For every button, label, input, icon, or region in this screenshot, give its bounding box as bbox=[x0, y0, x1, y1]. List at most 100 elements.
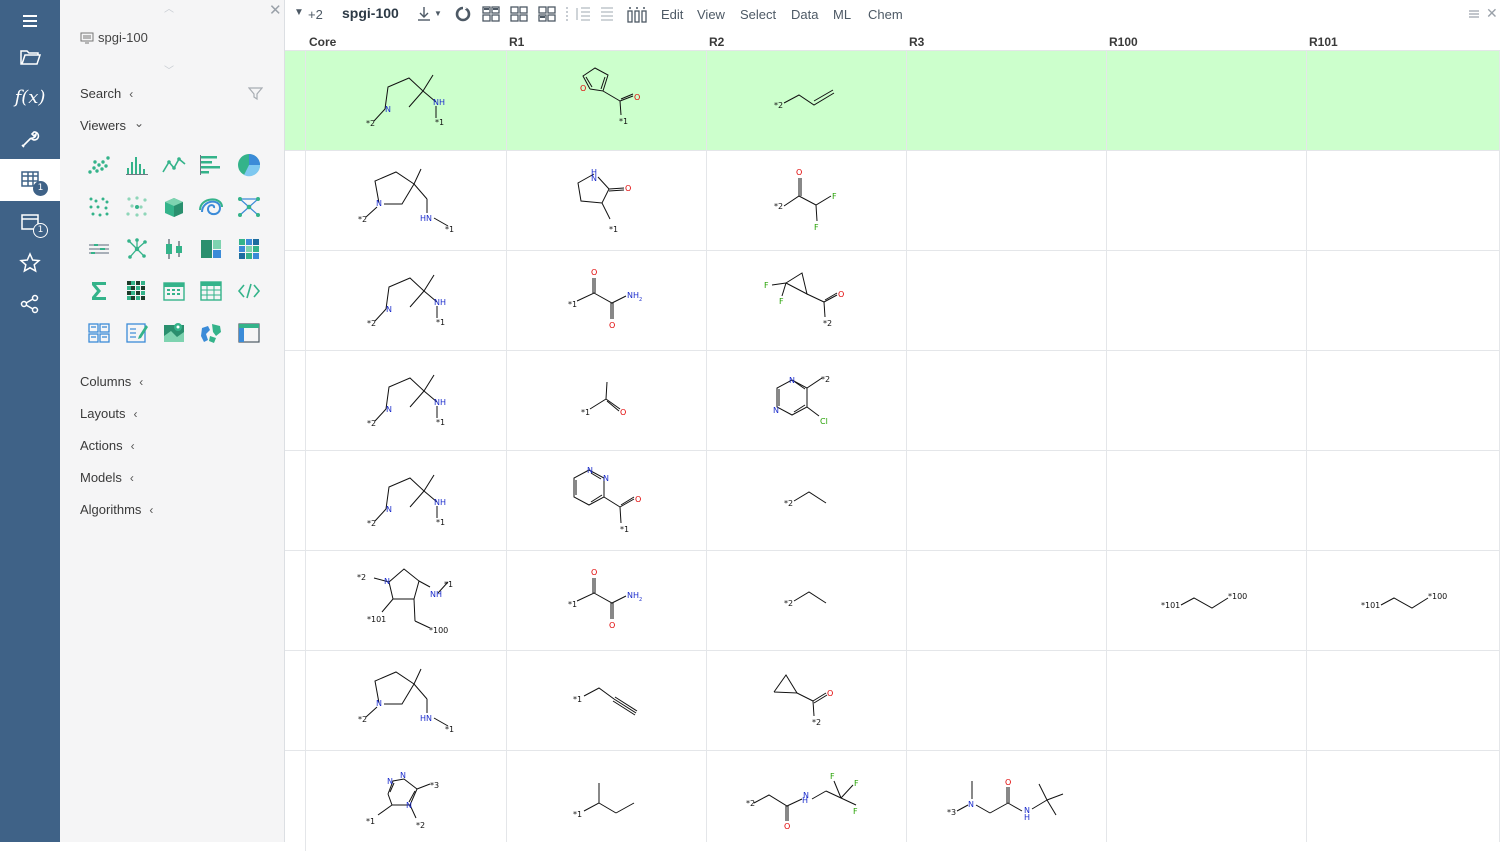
cell-r1[interactable]: *1 bbox=[506, 751, 706, 851]
grid-layout-icon[interactable] bbox=[482, 6, 500, 22]
bar-chart-icon[interactable] bbox=[198, 152, 224, 178]
cell-core[interactable]: N NH *2 *1 bbox=[306, 51, 506, 151]
cell-r3[interactable] bbox=[906, 151, 1106, 251]
cell-r1[interactable]: O O NH 2 *1 bbox=[506, 551, 706, 651]
section-viewers[interactable]: Viewers ⌄ bbox=[80, 116, 144, 134]
column-header-r3[interactable]: R3 bbox=[909, 35, 924, 49]
cell-r3[interactable] bbox=[906, 651, 1106, 751]
star-icon[interactable] bbox=[0, 242, 60, 284]
column-header-r2[interactable]: R2 bbox=[709, 35, 724, 49]
column-divider[interactable] bbox=[1306, 50, 1307, 842]
window-icon[interactable]: 1 bbox=[0, 201, 60, 243]
column-header-core[interactable]: Core bbox=[309, 35, 336, 49]
box-plot-icon[interactable] bbox=[161, 236, 187, 262]
code-icon[interactable] bbox=[236, 278, 262, 304]
network-graph-icon[interactable] bbox=[236, 194, 262, 220]
chevron-down-icon[interactable]: ﹀ bbox=[164, 62, 174, 77]
section-search[interactable]: Search ‹ bbox=[80, 86, 133, 101]
menu-view[interactable]: View bbox=[697, 7, 725, 22]
caret-down-icon[interactable]: ▼ bbox=[434, 9, 442, 18]
3d-scatter-icon[interactable] bbox=[161, 194, 187, 220]
table-row[interactable]: N NH *2 *1 O *1 N N Cl *2 bbox=[285, 350, 1500, 451]
cell-r1[interactable]: O O *1 bbox=[506, 51, 706, 151]
cell-r2[interactable]: F F O *2 bbox=[706, 251, 906, 351]
row-header[interactable] bbox=[285, 351, 306, 451]
table-row[interactable]: N NH *2 *1 O O NH 2 *1 F F O *2 bbox=[285, 250, 1500, 351]
cell-r101[interactable] bbox=[1306, 651, 1500, 751]
statistics-sigma-icon[interactable] bbox=[86, 278, 112, 304]
cell-r2[interactable]: H N O F F F *2 bbox=[706, 751, 906, 851]
cell-r100[interactable] bbox=[1106, 251, 1306, 351]
section-columns[interactable]: Columns ‹ bbox=[80, 374, 143, 389]
row-header[interactable] bbox=[285, 651, 306, 751]
cell-core[interactable]: N HN *2 *1 bbox=[306, 651, 506, 751]
columns-icon[interactable] bbox=[627, 6, 647, 24]
table-row[interactable]: N NH *2 *1 O O *1 *2 bbox=[285, 50, 1500, 151]
section-models[interactable]: Models ‹ bbox=[80, 470, 134, 485]
table-row[interactable]: N N N *3 *1 *2 *1 H N O F F F *2 N O N H… bbox=[285, 750, 1500, 851]
folder-open-icon[interactable] bbox=[0, 35, 60, 77]
calendar-icon[interactable] bbox=[161, 278, 187, 304]
row-header[interactable] bbox=[285, 551, 306, 651]
pie-chart-icon[interactable] bbox=[236, 152, 262, 178]
menu-ml[interactable]: ML bbox=[833, 7, 851, 22]
cell-core[interactable]: N NH *2 *1 bbox=[306, 251, 506, 351]
menu-chem[interactable]: Chem bbox=[868, 7, 903, 22]
cell-r100[interactable] bbox=[1106, 651, 1306, 751]
close-icon[interactable]: ✕ bbox=[269, 1, 282, 19]
cell-r101[interactable] bbox=[1306, 351, 1500, 451]
cell-core[interactable]: N NH *2 *1 *101 *100 bbox=[306, 551, 506, 651]
column-divider[interactable] bbox=[906, 50, 907, 842]
tiles-icon[interactable] bbox=[510, 6, 528, 22]
cell-core[interactable]: N HN *2 *1 bbox=[306, 151, 506, 251]
form-layout-icon[interactable] bbox=[538, 6, 556, 22]
cell-r1[interactable]: H N O *1 bbox=[506, 151, 706, 251]
cell-r3[interactable] bbox=[906, 51, 1106, 151]
row-header[interactable] bbox=[285, 151, 306, 251]
density-plot-icon[interactable] bbox=[198, 194, 224, 220]
table-row[interactable]: N HN *2 *1 *1 O *2 bbox=[285, 650, 1500, 751]
column-list-icon[interactable] bbox=[599, 6, 615, 22]
section-actions[interactable]: Actions ‹ bbox=[80, 438, 135, 453]
section-layouts[interactable]: Layouts ‹ bbox=[80, 406, 138, 421]
line-chart-icon[interactable] bbox=[161, 152, 187, 178]
cell-core[interactable]: N NH *2 *1 bbox=[306, 351, 506, 451]
table-icon[interactable]: 1 bbox=[0, 159, 60, 201]
cell-r2[interactable]: *2 bbox=[706, 51, 906, 151]
column-divider[interactable] bbox=[706, 50, 707, 842]
cell-r3[interactable] bbox=[906, 251, 1106, 351]
refresh-icon[interactable] bbox=[455, 6, 471, 22]
cell-r101[interactable] bbox=[1306, 51, 1500, 151]
row-header[interactable] bbox=[285, 51, 306, 151]
pc-plot-icon[interactable] bbox=[86, 236, 112, 262]
filter-icon[interactable] bbox=[248, 86, 263, 101]
scatter-plot-icon[interactable] bbox=[86, 152, 112, 178]
share-icon[interactable] bbox=[0, 283, 60, 325]
caret-down-icon[interactable]: ▼ bbox=[294, 7, 304, 18]
cell-r100[interactable] bbox=[1106, 51, 1306, 151]
download-icon[interactable] bbox=[417, 6, 431, 22]
table-row[interactable]: N HN *2 *1 H N O *1 O F F *2 bbox=[285, 150, 1500, 251]
cell-r1[interactable]: *1 bbox=[506, 651, 706, 751]
row-header[interactable] bbox=[285, 251, 306, 351]
grid-table-icon[interactable] bbox=[198, 278, 224, 304]
cell-r2[interactable]: N N Cl *2 bbox=[706, 351, 906, 451]
close-icon[interactable]: ✕ bbox=[1486, 5, 1498, 22]
wrench-icon[interactable] bbox=[0, 118, 60, 160]
tile-viewer-icon[interactable] bbox=[86, 320, 112, 346]
cell-r100[interactable] bbox=[1106, 151, 1306, 251]
cell-core[interactable]: N N N *3 *1 *2 bbox=[306, 751, 506, 851]
chevron-up-icon[interactable]: ︿ bbox=[164, 0, 174, 15]
cell-r101[interactable] bbox=[1306, 251, 1500, 351]
tree-icon[interactable] bbox=[124, 236, 150, 262]
cell-r3[interactable]: N O N H *3 bbox=[906, 751, 1106, 851]
cell-r100[interactable]: *101 *100 bbox=[1106, 551, 1306, 651]
shape-map-icon[interactable] bbox=[236, 320, 262, 346]
current-table[interactable]: spgi-100 bbox=[80, 30, 148, 45]
cell-r3[interactable] bbox=[906, 551, 1106, 651]
grid-matrix-icon[interactable] bbox=[124, 278, 150, 304]
cell-r100[interactable] bbox=[1106, 451, 1306, 551]
cell-r2[interactable]: *2 bbox=[706, 551, 906, 651]
column-header-r101[interactable]: R101 bbox=[1309, 35, 1338, 49]
column-header-r1[interactable]: R1 bbox=[509, 35, 524, 49]
